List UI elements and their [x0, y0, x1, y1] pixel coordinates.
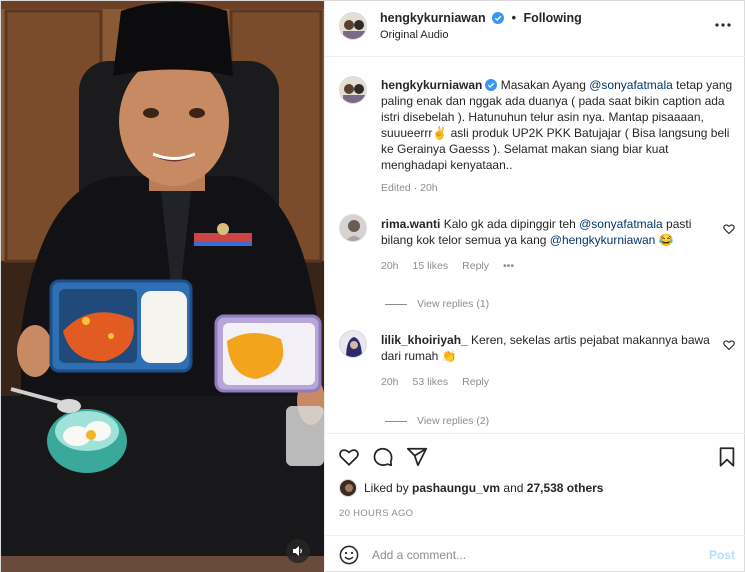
share-icon[interactable]: [406, 446, 428, 468]
add-comment-bar: Post: [325, 535, 745, 572]
mention-link[interactable]: @sonyafatmala: [579, 217, 663, 231]
post-timestamp[interactable]: 20 HOURS AGO: [339, 508, 413, 519]
comment-input[interactable]: [372, 544, 692, 566]
comment-icon[interactable]: [372, 446, 394, 468]
header-username[interactable]: hengkykurniawan: [380, 11, 486, 25]
comment-meta: 20h 53 likes Reply: [381, 376, 503, 388]
comment-body: Kalo gk ada dipinggir teh: [440, 217, 580, 231]
post-header: hengkykurniawan • Following Original Aud…: [325, 1, 745, 57]
post-video[interactable]: [1, 1, 324, 572]
post-caption: hengkykurniawan Masakan Ayang @sonyafatm…: [381, 77, 733, 173]
likes-summary: Liked by pashaungu_vm and 27,538 others: [339, 479, 739, 497]
original-audio-link[interactable]: Original Audio: [380, 29, 449, 41]
reply-button[interactable]: Reply: [462, 376, 489, 388]
video-frame-illustration: [1, 1, 324, 572]
comment-username[interactable]: lilik_khoiriyah_: [381, 333, 468, 347]
comment-time: 20h: [381, 260, 399, 272]
liker-avatar[interactable]: [339, 479, 357, 497]
comment-likes[interactable]: 53 likes: [413, 376, 449, 388]
likes-count[interactable]: 27,538 others: [527, 481, 604, 495]
avatar-image: [340, 215, 366, 241]
instagram-post-view: hengkykurniawan • Following Original Aud…: [0, 0, 745, 572]
verified-badge-icon: [492, 12, 505, 24]
comments-scroll-area[interactable]: hengkykurniawan Masakan Ayang @sonyafatm…: [325, 58, 745, 433]
caption-text: tetap yang paling enak dan nggak ada dua…: [381, 78, 733, 172]
more-options-icon[interactable]: [713, 15, 733, 35]
audio-toggle-button[interactable]: [286, 539, 310, 563]
comment-text: lilik_khoiriyah_ Keren, sekelas artis pe…: [381, 332, 711, 364]
avatar[interactable]: [339, 12, 367, 40]
mention-link[interactable]: @hengkykurniawan: [550, 233, 656, 247]
comment-likes[interactable]: 15 likes: [413, 260, 449, 272]
caption-username[interactable]: hengkykurniawan: [381, 78, 482, 92]
avatar-image: [340, 331, 366, 357]
post-side-panel: hengkykurniawan • Following Original Aud…: [324, 1, 745, 572]
reply-button[interactable]: Reply: [462, 260, 489, 272]
following-button[interactable]: Following: [523, 11, 581, 25]
commenter-avatar[interactable]: [339, 214, 367, 242]
view-replies-label: View replies (1): [417, 298, 490, 310]
caption-meta: Edited · 20h: [381, 182, 438, 194]
header-user-line: hengkykurniawan • Following: [380, 11, 582, 25]
comment-time: 20h: [381, 376, 399, 388]
avatar-image: [340, 13, 366, 39]
view-replies-line: [385, 303, 407, 305]
emoji-icon[interactable]: [339, 545, 359, 565]
separator-dot: •: [511, 11, 516, 25]
liker-username[interactable]: pashaungu_vm: [412, 481, 500, 495]
view-replies-button[interactable]: View replies (2): [385, 415, 489, 427]
comment-meta: 20h 15 likes Reply •••: [381, 260, 528, 272]
avatar-image: [340, 480, 356, 496]
comment-more-button[interactable]: •••: [503, 260, 514, 272]
post-button[interactable]: Post: [709, 548, 735, 562]
view-replies-button[interactable]: View replies (1): [385, 298, 489, 310]
action-bar: [325, 433, 745, 477]
comment-text: rima.wanti Kalo gk ada dipinggir teh @so…: [381, 216, 711, 248]
bookmark-icon[interactable]: [716, 446, 738, 468]
liked-by-prefix: Liked by: [364, 481, 413, 495]
view-replies-label: View replies (2): [417, 415, 490, 427]
view-replies-line: [385, 420, 407, 422]
mention-link[interactable]: @sonyafatmala: [589, 78, 673, 92]
liked-by-middle: and: [500, 481, 527, 495]
heart-icon[interactable]: [723, 339, 735, 351]
caption-text: Masakan Ayang: [500, 78, 590, 92]
caption-avatar[interactable]: [339, 76, 367, 104]
verified-badge-icon: [485, 79, 498, 91]
avatar-image: [340, 77, 366, 103]
comment-body: 😂: [655, 233, 674, 247]
speaker-icon: [293, 546, 302, 556]
heart-icon[interactable]: [338, 446, 360, 468]
heart-icon[interactable]: [723, 223, 735, 235]
comment-username[interactable]: rima.wanti: [381, 217, 440, 231]
commenter-avatar[interactable]: [339, 330, 367, 358]
